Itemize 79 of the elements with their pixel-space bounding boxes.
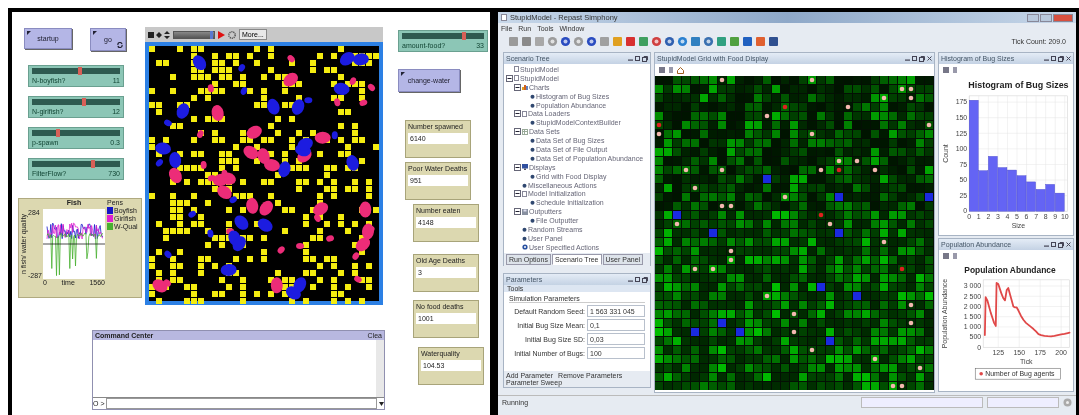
round-tool-icon[interactable] [703,35,714,47]
maximize-icon[interactable] [635,277,640,282]
histogram-bar [1055,192,1065,212]
slider-thumb[interactable] [78,67,83,75]
restore-icon[interactable] [1058,241,1064,248]
histogram-bar [1045,184,1055,212]
restore-icon[interactable] [642,55,648,62]
slider-thumb[interactable] [56,129,61,137]
page-icon[interactable] [668,67,674,73]
restore-icon[interactable] [642,276,648,283]
page-icon [522,110,527,117]
command-input[interactable] [106,398,377,409]
close-icon[interactable] [1066,56,1071,61]
scrollbar[interactable] [376,340,384,397]
close-icon[interactable] [927,56,932,61]
monitor-icon [522,164,528,171]
square-tool-icon[interactable] [729,35,740,47]
action-key-icon [27,31,31,35]
collapse-icon[interactable] [514,190,521,198]
maximize-icon[interactable] [912,56,917,61]
maximize-icon[interactable] [1051,56,1056,61]
histogram-bar [1007,169,1017,212]
close-button[interactable] [1053,13,1073,22]
action-key-icon [401,72,405,76]
square-tool-icon[interactable] [690,35,701,47]
restore-icon[interactable] [919,55,925,62]
page-icon[interactable] [952,66,958,73]
dropdown-arrow-icon[interactable] [379,401,384,406]
round-tool-icon[interactable] [560,35,571,47]
table-icon [522,128,528,135]
chart-title: Population Abundance [964,264,1056,275]
histogram-bar [1035,189,1046,212]
collapse-icon[interactable] [506,74,513,82]
loop-icon [117,42,123,48]
collapse-icon[interactable] [514,83,521,91]
square-tool-icon[interactable] [638,35,649,47]
square-tool-icon[interactable] [521,35,532,47]
page-icon [522,190,527,197]
histogram-bar [1016,175,1027,212]
chart-icon [522,84,528,91]
round-tool-icon[interactable] [677,35,688,47]
slider-thumb[interactable] [90,160,95,168]
app-icon [501,14,507,21]
slider-thumb[interactable] [81,98,86,106]
bug-icon [530,200,535,206]
gear-icon[interactable] [228,30,236,39]
home-icon[interactable] [677,66,684,74]
collapse-icon[interactable] [514,128,521,136]
round-tool-icon[interactable] [586,35,597,47]
square-tool-icon[interactable] [768,35,779,47]
page-icon[interactable] [952,252,958,259]
square-tool-icon[interactable] [742,35,753,47]
maximize-button[interactable] [1040,13,1052,22]
square-tool-icon[interactable] [716,35,727,47]
histogram-bar [988,156,998,212]
bug-icon [530,120,535,126]
maximize-icon[interactable] [635,56,640,61]
speed-slider[interactable] [173,30,215,39]
minimize-button[interactable] [1027,13,1039,22]
disk-icon [522,208,528,215]
play-arrow-icon [218,30,225,39]
close-icon[interactable] [1066,242,1071,247]
slider-thumb[interactable] [461,32,466,40]
round-tool-icon[interactable] [664,35,675,47]
gear-icon [522,244,528,251]
collapse-icon[interactable] [514,110,521,118]
chart-title: Histogram of Bug Sizes [968,79,1069,90]
histogram-bar [997,167,1008,212]
action-key-icon [93,31,97,35]
square-tool-icon[interactable] [755,35,766,47]
speed-slider-thumb[interactable] [210,30,213,39]
restore-icon[interactable] [1058,55,1064,62]
view-controls-icon[interactable] [148,30,170,39]
square-tool-icon[interactable] [625,35,636,47]
round-tool-icon[interactable] [651,35,662,47]
collapse-icon[interactable] [514,163,521,171]
histogram-bar [1026,181,1036,212]
collapse-icon[interactable] [514,208,521,216]
maximize-icon[interactable] [1051,242,1056,247]
